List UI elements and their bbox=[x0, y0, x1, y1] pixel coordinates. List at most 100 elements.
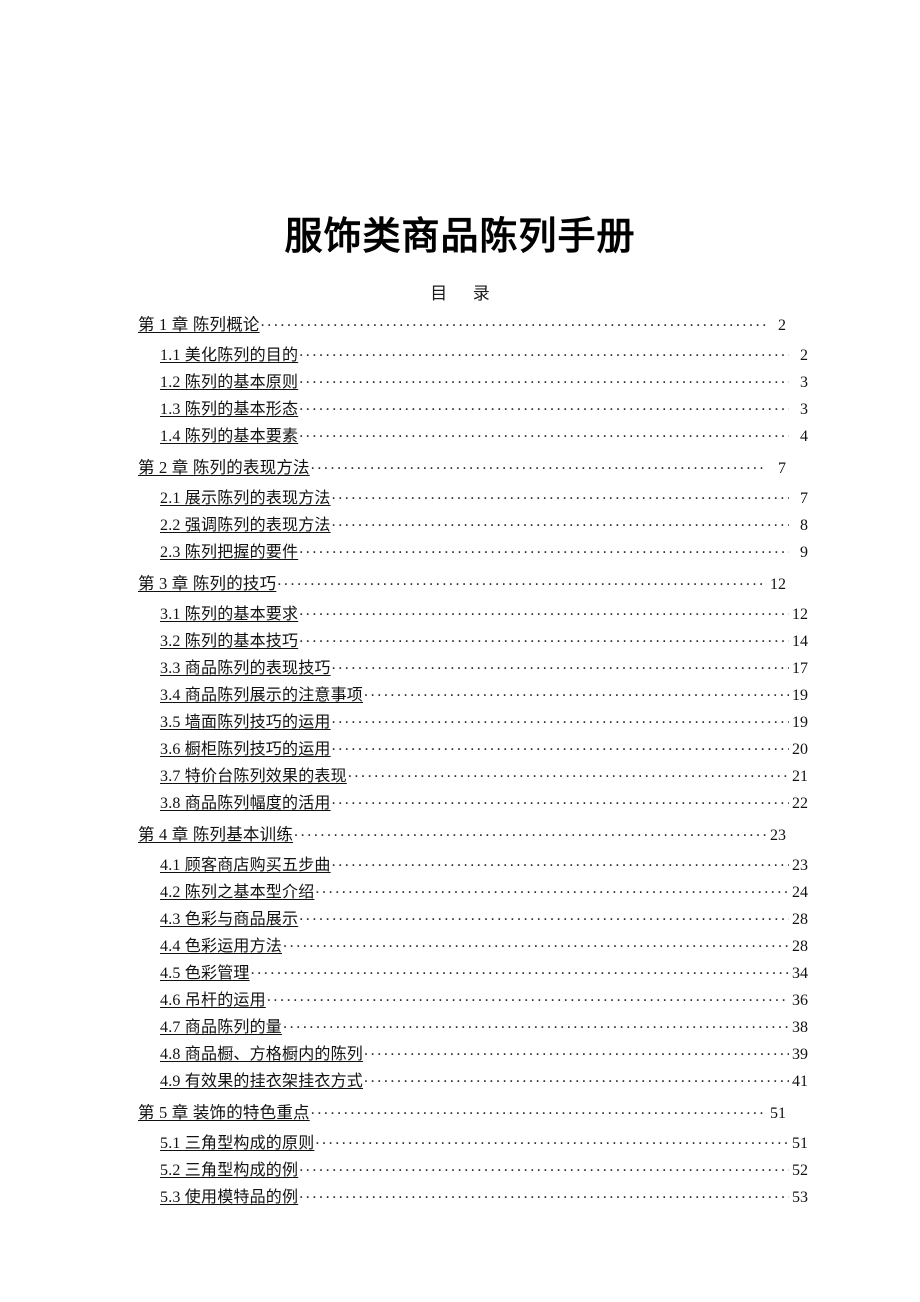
toc-page-number: 24 bbox=[792, 884, 808, 901]
toc-section-entry[interactable]: 5.3 使用模特品的例 53 bbox=[138, 1186, 808, 1207]
toc-leader-dots bbox=[283, 935, 789, 951]
toc-leader-dots bbox=[299, 908, 789, 924]
toc-page-number: 36 bbox=[792, 992, 808, 1009]
toc-leader-dots bbox=[332, 792, 789, 808]
toc-entry-label: 4.7 商品陈列的量 bbox=[160, 1019, 283, 1036]
toc-leader-dots bbox=[299, 1186, 789, 1202]
toc-leader-dots bbox=[332, 514, 789, 530]
toc-page-number: 39 bbox=[792, 1046, 808, 1063]
toc-entry-label: 第 5 章 装饰的特色重点 bbox=[138, 1103, 310, 1122]
toc-section-entry[interactable]: 3.2 陈列的基本技巧 14 bbox=[138, 630, 808, 651]
toc-page-number: 3 bbox=[800, 374, 808, 391]
toc-leader-dots bbox=[251, 962, 789, 978]
toc-section-entry[interactable]: 1.3 陈列的基本形态 3 bbox=[138, 398, 808, 419]
toc-page-number: 7 bbox=[778, 460, 786, 477]
toc-leader-dots bbox=[299, 630, 789, 646]
toc-page-number: 12 bbox=[792, 606, 808, 623]
toc-leader-dots bbox=[364, 684, 789, 700]
toc-section-entry[interactable]: 4.4 色彩运用方法 28 bbox=[138, 935, 808, 956]
toc-page-number: 38 bbox=[792, 1019, 808, 1036]
toc-entry-label: 3.3 商品陈列的表现技巧 bbox=[160, 660, 331, 677]
toc-leader-dots bbox=[311, 1102, 767, 1118]
toc-page-number: 21 bbox=[792, 768, 808, 785]
toc-page-number: 51 bbox=[770, 1105, 786, 1122]
toc-section-entry[interactable]: 3.6 橱柜陈列技巧的运用 20 bbox=[138, 738, 808, 759]
toc-entry-label: 2.1 展示陈列的表现方法 bbox=[160, 490, 331, 507]
toc-section-entry[interactable]: 5.1 三角型构成的原则 51 bbox=[138, 1132, 808, 1153]
toc-leader-dots bbox=[283, 1016, 789, 1032]
toc-section-entry[interactable]: 2.2 强调陈列的表现方法 8 bbox=[138, 514, 808, 535]
toc-page-number: 19 bbox=[792, 714, 808, 731]
toc-page-number: 51 bbox=[792, 1135, 808, 1152]
toc-section-entry[interactable]: 3.5 墙面陈列技巧的运用 19 bbox=[138, 711, 808, 732]
toc-page-number: 52 bbox=[792, 1162, 808, 1179]
toc-entry-label: 3.7 特价台陈列效果的表现 bbox=[160, 768, 347, 785]
toc-section-entry[interactable]: 5.2 三角型构成的例 52 bbox=[138, 1159, 808, 1180]
toc-leader-dots bbox=[364, 1043, 789, 1059]
toc-entry-label: 4.5 色彩管理 bbox=[160, 965, 250, 982]
toc-section-entry[interactable]: 4.7 商品陈列的量 38 bbox=[138, 1016, 808, 1037]
toc-leader-dots bbox=[315, 1132, 789, 1148]
toc-entry-label: 3.2 陈列的基本技巧 bbox=[160, 633, 299, 650]
toc-section-entry[interactable]: 3.7 特价台陈列效果的表现 21 bbox=[138, 765, 808, 786]
toc-page-number: 8 bbox=[800, 517, 808, 534]
toc-entry-label: 第 1 章 陈列概论 bbox=[138, 315, 260, 334]
toc-entry-label: 4.2 陈列之基本型介绍 bbox=[160, 884, 315, 901]
toc-entry-label: 2.3 陈列把握的要件 bbox=[160, 544, 299, 561]
toc-page-number: 19 bbox=[792, 687, 808, 704]
toc-section-entry[interactable]: 2.3 陈列把握的要件 9 bbox=[138, 541, 808, 562]
toc-chapter-entry[interactable]: 第 1 章 陈列概论 2 bbox=[138, 314, 786, 335]
toc-leader-dots bbox=[267, 989, 789, 1005]
toc-entry-label: 4.4 色彩运用方法 bbox=[160, 938, 283, 955]
toc-entry-label: 3.6 橱柜陈列技巧的运用 bbox=[160, 741, 331, 758]
toc-heading: 目 录 bbox=[430, 284, 490, 303]
toc-section-entry[interactable]: 4.6 吊杆的运用 36 bbox=[138, 989, 808, 1010]
toc-section-entry[interactable]: 4.3 色彩与商品展示 28 bbox=[138, 908, 808, 929]
toc-section-entry[interactable]: 4.8 商品橱、方格橱内的陈列 39 bbox=[138, 1043, 808, 1064]
toc-page-number: 7 bbox=[800, 490, 808, 507]
toc-leader-dots bbox=[277, 573, 767, 589]
toc-entry-label: 第 3 章 陈列的技巧 bbox=[138, 574, 277, 593]
toc-entry-label: 1.3 陈列的基本形态 bbox=[160, 401, 299, 418]
toc-section-entry[interactable]: 3.8 商品陈列幅度的活用 22 bbox=[138, 792, 808, 813]
toc-section-entry[interactable]: 4.5 色彩管理 34 bbox=[138, 962, 808, 983]
toc-leader-dots bbox=[315, 881, 789, 897]
toc-chapter-entry[interactable]: 第 4 章 陈列基本训练 23 bbox=[138, 824, 786, 845]
toc-leader-dots bbox=[294, 824, 767, 840]
toc-page-number: 28 bbox=[792, 911, 808, 928]
toc-chapter-entry[interactable]: 第 5 章 装饰的特色重点 51 bbox=[138, 1102, 786, 1123]
toc-page-number: 2 bbox=[778, 317, 786, 334]
toc-leader-dots bbox=[299, 398, 789, 414]
toc-section-entry[interactable]: 2.1 展示陈列的表现方法 7 bbox=[138, 487, 808, 508]
toc-section-entry[interactable]: 4.1 顾客商店购买五步曲 23 bbox=[138, 854, 808, 875]
toc-entry-label: 5.1 三角型构成的原则 bbox=[160, 1135, 315, 1152]
toc-section-entry[interactable]: 1.2 陈列的基本原则 3 bbox=[138, 371, 808, 392]
toc-section-entry[interactable]: 1.4 陈列的基本要素 4 bbox=[138, 425, 808, 446]
toc-page-number: 12 bbox=[770, 576, 786, 593]
toc-entry-label: 5.3 使用模特品的例 bbox=[160, 1189, 299, 1206]
toc-page-number: 17 bbox=[792, 660, 808, 677]
toc-page-number: 41 bbox=[792, 1073, 808, 1090]
toc-entry-label: 4.6 吊杆的运用 bbox=[160, 992, 266, 1009]
toc-entry-label: 2.2 强调陈列的表现方法 bbox=[160, 517, 331, 534]
toc-page-number: 34 bbox=[792, 965, 808, 982]
toc-entry-label: 4.9 有效果的挂衣架挂衣方式 bbox=[160, 1073, 364, 1090]
toc-leader-dots bbox=[311, 457, 767, 473]
toc-section-entry[interactable]: 3.1 陈列的基本要求 12 bbox=[138, 603, 808, 624]
toc-entry-label: 3.5 墙面陈列技巧的运用 bbox=[160, 714, 331, 731]
toc-section-entry[interactable]: 3.4 商品陈列展示的注意事项 19 bbox=[138, 684, 808, 705]
toc-section-entry[interactable]: 3.3 商品陈列的表现技巧 17 bbox=[138, 657, 808, 678]
toc-section-entry[interactable]: 4.2 陈列之基本型介绍 24 bbox=[138, 881, 808, 902]
toc-section-entry[interactable]: 4.9 有效果的挂衣架挂衣方式 41 bbox=[138, 1070, 808, 1091]
toc-leader-dots bbox=[364, 1070, 789, 1086]
toc-page-number: 14 bbox=[792, 633, 808, 650]
toc-leader-dots bbox=[332, 487, 789, 503]
toc-chapter-entry[interactable]: 第 2 章 陈列的表现方法 7 bbox=[138, 457, 786, 478]
toc-entry-label: 4.8 商品橱、方格橱内的陈列 bbox=[160, 1046, 364, 1063]
toc-chapter-entry[interactable]: 第 3 章 陈列的技巧 12 bbox=[138, 573, 786, 594]
toc-page-number: 20 bbox=[792, 741, 808, 758]
toc-leader-dots bbox=[299, 1159, 789, 1175]
toc-section-entry[interactable]: 1.1 美化陈列的目的 2 bbox=[138, 344, 808, 365]
toc-page-number: 9 bbox=[800, 544, 808, 561]
toc-page-number: 53 bbox=[792, 1189, 808, 1206]
